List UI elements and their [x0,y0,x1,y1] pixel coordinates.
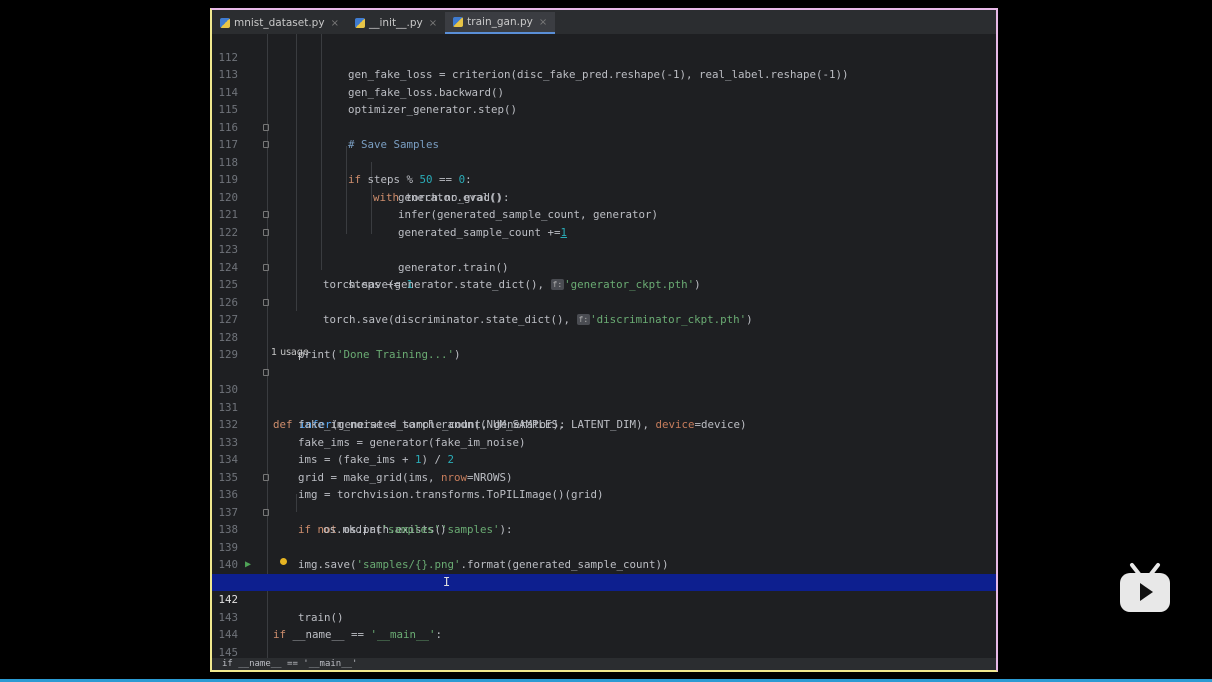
code-line[interactable]: 123 steps += 1 [212,224,996,291]
code-line[interactable]: 118 with torch.no_grad(): [212,136,996,204]
code-line[interactable]: 136 if not os.path.exists('samples'): [212,469,996,536]
intention-bulb-icon[interactable] [280,558,287,565]
code-line[interactable]: 144 [212,609,996,641]
code-text: ) [454,348,461,361]
code-line[interactable]: 124 torch.save(generator.state_dict(), f… [212,241,996,292]
code-line[interactable]: 115 [212,84,996,116]
python-file-icon [220,18,230,28]
usage-hint[interactable]: 1 usage [271,347,309,358]
close-icon[interactable]: × [539,17,547,28]
tab-label: __init__.py [368,17,423,29]
code-line[interactable]: 119 generator.eval() [212,154,996,204]
close-icon[interactable]: × [429,18,437,29]
code-line[interactable]: 132 fake_ims = generator(fake_im_noise) [212,399,996,449]
code-line[interactable]: 140 [212,539,996,571]
close-icon[interactable]: × [331,18,339,29]
code-line[interactable]: 137 os.mkdir('samples') [212,486,996,537]
code-line[interactable]: 122 generator.train() [212,206,996,274]
code-line-current[interactable]: 142 train() I [212,573,996,624]
python-file-icon [354,18,365,28]
code-line[interactable]: 127 print('Done Training...') [212,294,996,361]
code-line[interactable]: 128 [212,311,996,344]
fold-marker-icon[interactable] [263,228,269,236]
python-file-icon [453,17,464,27]
code-line[interactable]: 129 [212,329,996,361]
text-cursor-icon: I [443,574,451,589]
tab-label: mnist_dataset.py [234,17,325,29]
code-line[interactable]: 112 gen_fake_loss = criterion(disc_fake_… [212,31,996,82]
code-line[interactable]: 113 gen_fake_loss.backward() [212,49,996,99]
breadcrumb[interactable]: if __name__ == '__main__' [212,658,996,670]
fold-marker-icon[interactable] [263,368,269,376]
code-line[interactable]: 141 ▶ if __name__ == '__main__': [212,556,996,641]
code-line[interactable]: 131 fake_im_noise = torch.randn((NUM_SAM… [212,381,996,432]
bilibili-logo-icon [1120,563,1170,612]
fold-marker-icon[interactable] [263,211,269,218]
code-line[interactable]: 134 grid = make_grid(ims, nrow=NROWS) [212,434,996,484]
fold-marker-icon[interactable] [263,298,269,306]
line-number: 129 [218,348,238,361]
fold-marker-icon[interactable] [263,508,269,516]
code-line[interactable]: 120 infer(generated_sample_count, genera… [212,171,996,222]
code-line[interactable]: 117 if steps % 50 == 0: [212,119,996,186]
run-gutter-icon[interactable]: ▶ [245,556,251,574]
fold-marker-icon[interactable] [263,263,269,271]
fold-marker-icon[interactable] [263,473,269,481]
ide-window: mnist_dataset.py × __init__.py × train_g… [210,8,998,672]
code-editor[interactable]: 112 gen_fake_loss = criterion(disc_fake_… [212,31,996,670]
tab-label: train_gan.py [467,16,533,28]
code-line[interactable]: 116 # Save Samples [212,101,996,152]
code-line[interactable]: 135 img = torchvision.transforms.ToPILIm… [212,451,996,502]
code-line[interactable]: 145 [212,626,996,659]
code-line[interactable]: 138 img.save('samples/{}.png'.format(gen… [212,504,996,571]
code-line[interactable]: 121 generated_sample_count +=1 [212,189,996,239]
code-line[interactable]: 130 def infer(generated_sample_count, ge… [212,364,996,431]
code-line[interactable]: 114 optimizer_generator.step() [212,66,996,117]
fold-marker-icon[interactable] [263,123,269,131]
code-line[interactable]: 126 [212,276,996,309]
code-line[interactable]: 125 torch.save(discriminator.state_dict(… [212,259,996,326]
code-line[interactable]: 139 [212,521,996,554]
string-literal: 'Done Training...' [337,348,455,361]
code-line[interactable]: 133 ims = (fake_ims + 1) / 2 [212,416,996,467]
fold-marker-icon[interactable] [263,141,269,148]
code-line[interactable]: 143 [212,591,996,624]
